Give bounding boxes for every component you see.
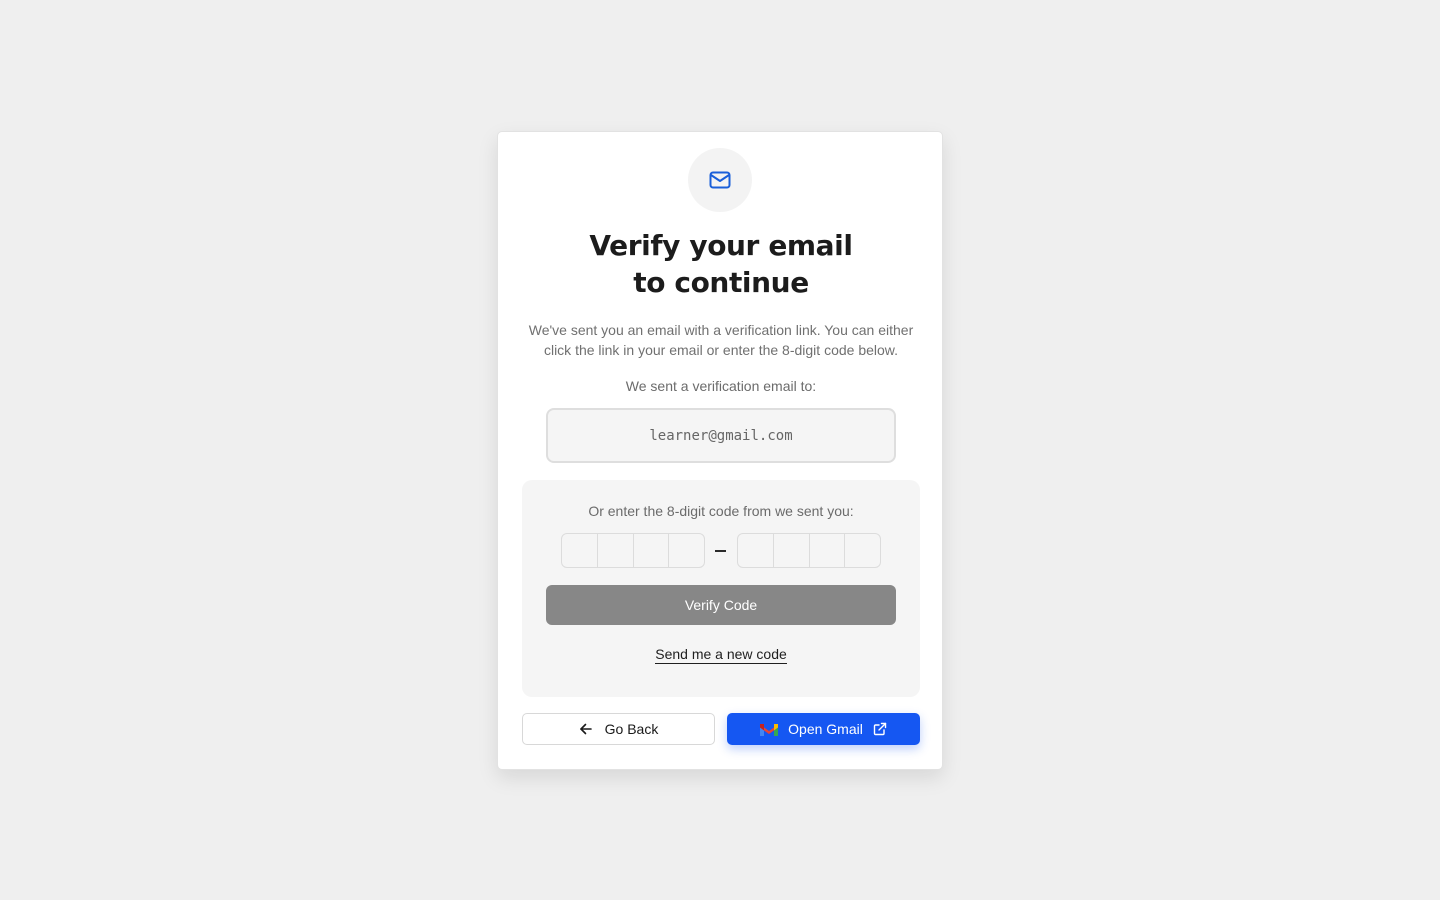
code-digit-input-5[interactable] bbox=[738, 534, 774, 567]
code-digit-input-7[interactable] bbox=[810, 534, 846, 567]
open-gmail-label: Open Gmail bbox=[788, 721, 863, 737]
open-gmail-button[interactable]: Open Gmail bbox=[727, 713, 920, 745]
email-display-field: learner@gmail.com bbox=[546, 408, 896, 463]
verify-email-card: Verify your email to continue We've sent… bbox=[497, 131, 943, 770]
code-digit-input-3[interactable] bbox=[634, 534, 670, 567]
verify-code-button[interactable]: Verify Code bbox=[546, 585, 896, 625]
page-title-line-2: to continue bbox=[633, 266, 809, 299]
mail-icon bbox=[709, 171, 731, 189]
resend-code-link-row: Send me a new code bbox=[522, 644, 920, 664]
resend-code-link[interactable]: Send me a new code bbox=[655, 646, 787, 664]
code-digit-input-6[interactable] bbox=[774, 534, 810, 567]
go-back-button[interactable]: Go Back bbox=[522, 713, 715, 745]
external-link-icon bbox=[873, 722, 887, 736]
page-title: Verify your email to continue bbox=[498, 227, 944, 301]
go-back-label: Go Back bbox=[604, 721, 659, 737]
code-digit-input-2[interactable] bbox=[598, 534, 634, 567]
sent-email-label: We sent a verification email to: bbox=[625, 378, 817, 394]
page-title-line-1: Verify your email bbox=[589, 229, 853, 262]
gmail-logo-icon bbox=[760, 722, 779, 736]
code-entry-panel: Or enter the 8-digit code from we sent y… bbox=[522, 480, 920, 697]
code-digit-input-1[interactable] bbox=[562, 534, 598, 567]
arrow-left-icon bbox=[579, 722, 593, 736]
code-group-second bbox=[737, 533, 881, 568]
code-group-first bbox=[561, 533, 705, 568]
code-digit-input-8[interactable] bbox=[845, 534, 880, 567]
page-description: We've sent you an email with a verificat… bbox=[528, 322, 914, 358]
mail-icon-badge bbox=[688, 148, 752, 212]
code-digit-input-4[interactable] bbox=[669, 534, 704, 567]
code-entry-label: Or enter the 8-digit code from we sent y… bbox=[588, 503, 854, 519]
code-separator-dash bbox=[715, 550, 726, 552]
